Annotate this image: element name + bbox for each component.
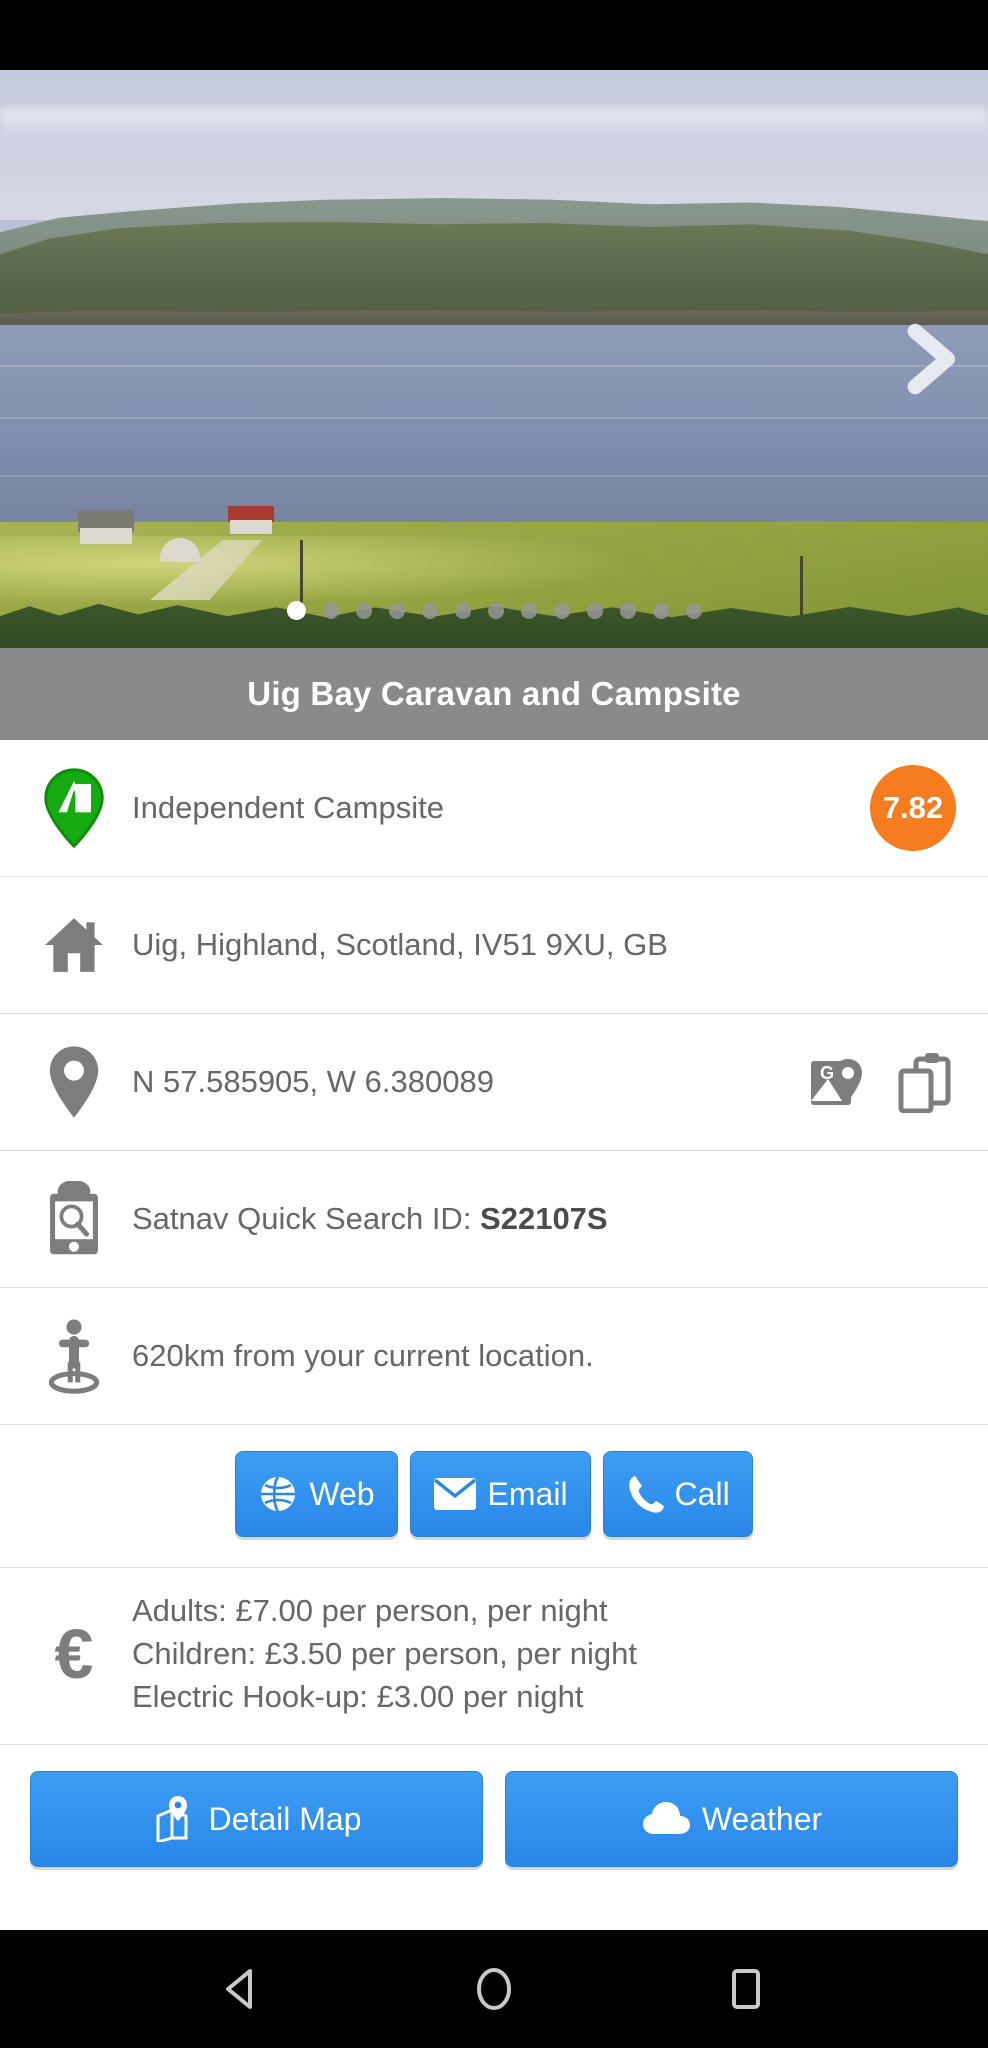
- satnav-id: S22107S: [480, 1200, 608, 1236]
- detail-map-button[interactable]: Detail Map: [30, 1771, 483, 1868]
- campsite-pin-icon: [26, 767, 122, 849]
- recents-square-icon[interactable]: [720, 1963, 772, 2015]
- globe-icon: [258, 1474, 298, 1514]
- row-coordinates[interactable]: N 57.585905, W 6.380089 G: [0, 1014, 988, 1151]
- carousel-dot[interactable]: [454, 602, 471, 619]
- photo-carousel[interactable]: [0, 70, 988, 648]
- back-triangle-icon[interactable]: [216, 1963, 268, 2015]
- pricing-line: Electric Hook-up: £3.00 per night: [132, 1678, 584, 1714]
- call-button[interactable]: Call: [602, 1451, 753, 1537]
- button-label: Call: [674, 1475, 730, 1512]
- status-bar: [0, 0, 988, 70]
- category-label: Independent Campsite: [132, 789, 444, 825]
- euro-glyph: €: [54, 1615, 94, 1694]
- distance-label: 620km from your current location.: [132, 1337, 594, 1373]
- carousel-dot[interactable]: [355, 602, 372, 619]
- carousel-dots[interactable]: [0, 601, 988, 620]
- phone-icon: [626, 1474, 664, 1514]
- carousel-dot[interactable]: [685, 602, 702, 619]
- carousel-dot[interactable]: [388, 602, 405, 619]
- photo-building: [80, 528, 132, 544]
- photo-building: [230, 520, 272, 534]
- button-label: Web: [309, 1475, 375, 1512]
- euro-icon: €: [26, 1619, 122, 1689]
- page-title: Uig Bay Caravan and Campsite: [0, 648, 988, 740]
- carousel-dot[interactable]: [286, 601, 306, 620]
- button-label: Email: [487, 1475, 568, 1512]
- carousel-dot[interactable]: [520, 602, 537, 619]
- satnav-search-icon: [26, 1181, 122, 1257]
- app-screen: Uig Bay Caravan and Campsite Independent…: [0, 0, 988, 2048]
- person-location-icon: [26, 1317, 122, 1395]
- photo-sea: [0, 325, 988, 540]
- home-circle-icon[interactable]: [468, 1963, 520, 2015]
- chevron-right-icon[interactable]: [892, 322, 966, 396]
- cloud-icon: [641, 1802, 691, 1836]
- row-category[interactable]: Independent Campsite 7.82: [0, 740, 988, 877]
- copy-clipboard-icon[interactable]: [896, 1051, 954, 1113]
- contact-buttons: Web Email Call: [0, 1425, 988, 1568]
- coordinates-label: N 57.585905, W 6.380089: [132, 1063, 494, 1099]
- carousel-dot[interactable]: [553, 602, 570, 619]
- satnav-label: Satnav Quick Search ID: S22107S: [122, 1199, 962, 1240]
- svg-text:G: G: [820, 1063, 834, 1083]
- carousel-dot[interactable]: [652, 602, 669, 619]
- address-label: Uig, Highland, Scotland, IV51 9XU, GB: [132, 926, 668, 962]
- row-distance[interactable]: 620km from your current location.: [0, 1288, 988, 1425]
- button-label: Detail Map: [208, 1800, 362, 1837]
- location-pin-icon: [26, 1045, 122, 1119]
- android-nav-bar: [0, 1930, 988, 2048]
- row-satnav[interactable]: Satnav Quick Search ID: S22107S: [0, 1151, 988, 1288]
- carousel-dot[interactable]: [421, 602, 438, 619]
- carousel-dot[interactable]: [322, 602, 339, 619]
- carousel-dot[interactable]: [487, 602, 504, 619]
- carousel-dot[interactable]: [586, 602, 603, 619]
- satnav-label-prefix: Satnav Quick Search ID:: [132, 1200, 481, 1236]
- email-button[interactable]: Email: [409, 1451, 591, 1537]
- row-pricing: € Adults: £7.00 per person, per night Chi…: [0, 1568, 988, 1746]
- button-label: Weather: [701, 1800, 823, 1837]
- web-button[interactable]: Web: [235, 1451, 398, 1537]
- page-title-text: Uig Bay Caravan and Campsite: [247, 675, 741, 712]
- weather-button[interactable]: Weather: [505, 1771, 958, 1868]
- bottom-buttons: Detail Map Weather: [0, 1745, 988, 1898]
- row-address[interactable]: Uig, Highland, Scotland, IV51 9XU, GB: [0, 877, 988, 1014]
- rating-badge: 7.82: [870, 765, 956, 851]
- map-pin-icon: [152, 1796, 198, 1843]
- home-icon: [26, 914, 122, 976]
- google-maps-icon[interactable]: G: [808, 1051, 870, 1113]
- envelope-icon: [433, 1477, 477, 1511]
- pricing-lines: Adults: £7.00 per person, per night Child…: [122, 1590, 962, 1718]
- pricing-line: Adults: £7.00 per person, per night: [132, 1593, 608, 1628]
- photo-sky: [0, 70, 988, 220]
- photo-field-highlight: [0, 536, 643, 606]
- photo-clouds: [0, 108, 988, 144]
- carousel-dot[interactable]: [619, 602, 636, 619]
- pricing-line: Children: £3.50 per person, per night: [132, 1635, 637, 1671]
